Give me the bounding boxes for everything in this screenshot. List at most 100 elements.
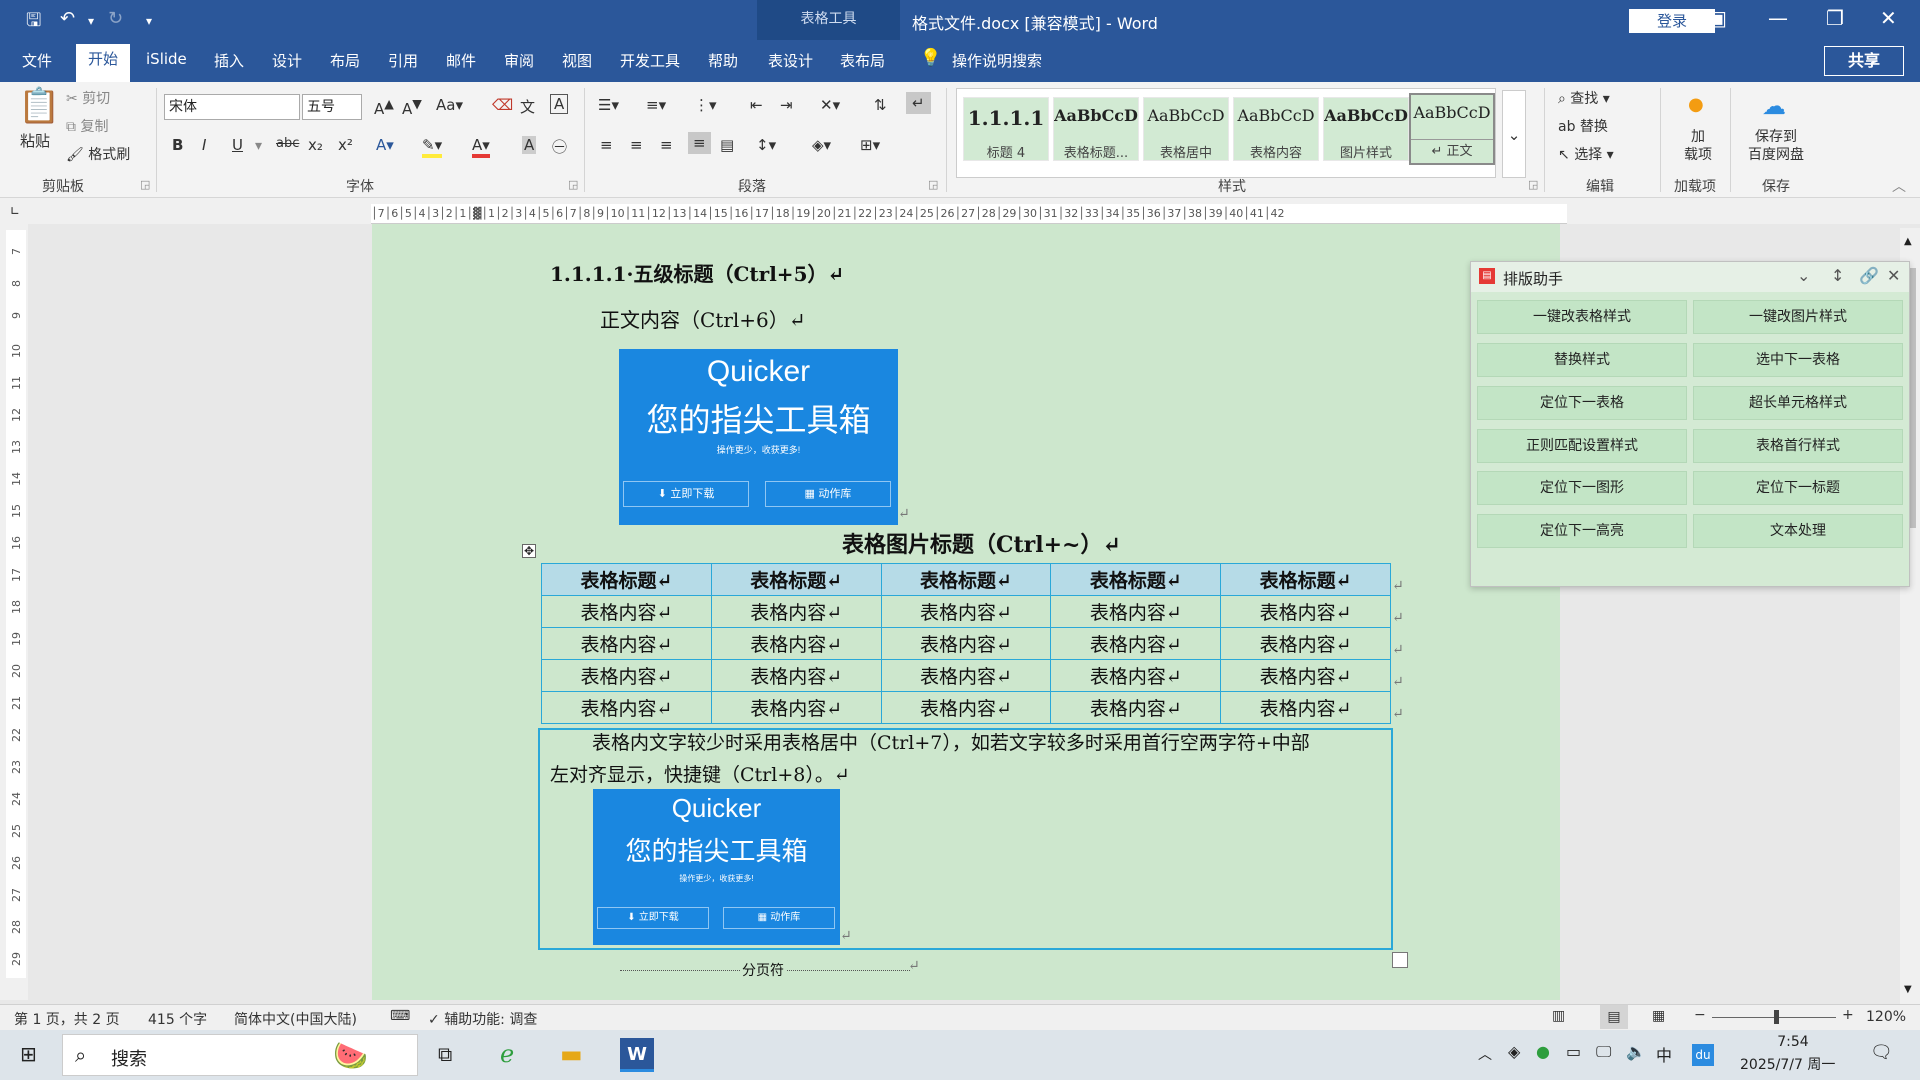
select-next-table-button[interactable]: 选中下一表格 — [1693, 343, 1903, 377]
style-image[interactable]: AaBbCcD 图片样式 — [1323, 97, 1409, 161]
font-launcher-icon[interactable]: ◲ — [568, 178, 578, 191]
collapse-icon[interactable]: ⌄ — [1797, 266, 1810, 285]
underline-icon[interactable]: U — [232, 136, 243, 154]
tab-file[interactable]: 文件 — [22, 50, 52, 71]
copy-button[interactable]: ⧉ 复制 — [66, 116, 108, 136]
phonetic-guide-icon[interactable]: 文 — [520, 96, 535, 117]
web-layout-icon[interactable]: ▦ — [1652, 1008, 1665, 1024]
clipboard-launcher-icon[interactable]: ◲ — [140, 178, 150, 191]
table-cell[interactable]: 表格内容↵ — [541, 627, 712, 660]
baidu-cloud-icon[interactable]: ☁ — [1762, 92, 1786, 120]
page-count[interactable]: 第 1 页，共 2 页 — [14, 1009, 120, 1029]
resize-vertical-icon[interactable]: ↕ — [1831, 266, 1844, 285]
numbering-icon[interactable]: ≡▾ — [646, 96, 666, 114]
macro-record-icon[interactable]: ⌨ — [390, 1008, 410, 1024]
tray-app-icon[interactable]: ◈ — [1508, 1042, 1520, 1061]
align-right-icon[interactable]: ≡ — [660, 136, 673, 154]
scroll-up-icon[interactable]: ▲ — [1904, 236, 1912, 247]
vertical-ruler[interactable]: 7 8 9 10 11 12 13 14 15 16 17 18 19 20 2… — [0, 224, 28, 1000]
collapse-ribbon-icon[interactable]: ︿ — [1892, 176, 1906, 196]
style-normal[interactable]: AaBbCcD ↵ 正文 — [1409, 93, 1495, 165]
tab-design[interactable]: 设计 — [272, 50, 302, 71]
replace-style-button[interactable]: 替换样式 — [1477, 343, 1687, 377]
table-cell[interactable]: 表格内容↵ — [880, 595, 1052, 628]
regex-style-button[interactable]: 正则匹配设置样式 — [1477, 429, 1687, 463]
wechat-icon[interactable]: ● — [1536, 1042, 1550, 1061]
increase-indent-icon[interactable]: ⇥ — [780, 96, 793, 114]
locate-next-highlight-button[interactable]: 定位下一高亮 — [1477, 514, 1687, 548]
scroll-down-icon[interactable]: ▼ — [1904, 984, 1912, 995]
ribbon-display-icon[interactable]: ▣ — [1708, 6, 1727, 30]
minimize-icon[interactable]: — — [1768, 6, 1788, 30]
format-painter-button[interactable]: 🖌 格式刷 — [66, 144, 130, 164]
subscript-icon[interactable]: x₂ — [308, 136, 323, 154]
shrink-font-icon[interactable]: A▼ — [402, 96, 422, 118]
table-header-row[interactable]: 表格标题↵ 表格标题↵ 表格标题↵ 表格标题↵ 表格标题↵ — [541, 563, 1391, 596]
clear-format-icon[interactable]: ⌫ — [492, 96, 513, 114]
line-spacing-icon[interactable]: ↕▾ — [756, 136, 776, 154]
tab-review[interactable]: 审阅 — [504, 50, 534, 71]
shading-icon[interactable]: ◈▾ — [812, 136, 831, 154]
enclose-char-icon[interactable]: ㊀ — [552, 136, 567, 157]
sort-icon[interactable]: ⇅ — [874, 96, 887, 114]
table-cell[interactable]: 表格内容↵ — [710, 659, 882, 692]
file-explorer-icon[interactable]: ▬ — [560, 1040, 583, 1068]
superscript-icon[interactable]: x² — [338, 136, 353, 154]
clock-time[interactable]: 7:54 — [1772, 1034, 1814, 1050]
grow-font-icon[interactable]: A▲ — [374, 96, 394, 118]
network-icon[interactable]: 🖵 — [1596, 1042, 1611, 1062]
panel-header[interactable]: ▤ 排版助手 ⌄ ↕ 🔗 ✕ — [1471, 262, 1909, 292]
customize-qat-icon[interactable]: ▾ — [146, 14, 152, 28]
notification-icon[interactable]: 🗨 — [1870, 1042, 1893, 1063]
table-cell[interactable]: 表格内容↵ — [710, 691, 882, 724]
find-button[interactable]: ⌕ 查找 ▾ — [1558, 88, 1610, 108]
chinese-layout-icon[interactable]: ✕▾ — [820, 96, 840, 114]
paste-button[interactable]: 粘贴 — [20, 130, 50, 151]
table-cell[interactable]: 表格内容↵ — [1050, 595, 1222, 628]
tab-help[interactable]: 帮助 — [708, 50, 738, 71]
quicker-image-1[interactable]: Quicker 您的指尖工具箱 操作更少，收获更多! ⬇ 立即下载 ▦ 动作库 — [619, 349, 898, 525]
distributed-icon[interactable]: ▤ — [720, 136, 734, 154]
maximize-icon[interactable]: ❐ — [1826, 6, 1844, 30]
horizontal-ruler[interactable]: │7│6│5│4│3│2│1│▓│1│2│3│4│5│6│7│8│9│10│11… — [371, 204, 1567, 224]
print-layout-icon[interactable]: ▤ — [1600, 1005, 1628, 1029]
one-click-table-style-button[interactable]: 一键改表格样式 — [1477, 300, 1687, 334]
save-to-baidu-button[interactable]: 保存到 百度网盘 — [1742, 128, 1810, 164]
language[interactable]: 简体中文(中国大陆) — [234, 1009, 357, 1029]
table-cell[interactable]: 表格内容↵ — [1220, 627, 1391, 660]
style-table-title[interactable]: AaBbCcD 表格标题... — [1053, 97, 1139, 161]
font-size-combo[interactable]: 五号 — [302, 94, 362, 120]
tray-overflow-icon[interactable]: ︿ — [1478, 1044, 1492, 1064]
select-button[interactable]: ↖ 选择 ▾ — [1558, 144, 1614, 164]
table-note-line1[interactable]: 表格内文字较少时采用表格居中（Ctrl+7），如若文字较多时采用首行空两字符+中… — [592, 728, 1310, 755]
table-row[interactable]: 表格内容↵ 表格内容↵ 表格内容↵ 表格内容↵ 表格内容↵ — [541, 627, 1391, 660]
table-header-cell[interactable]: 表格标题↵ — [1050, 563, 1222, 596]
addins-button[interactable]: 加载项 — [1676, 128, 1720, 164]
decrease-indent-icon[interactable]: ⇤ — [750, 96, 763, 114]
clock-date[interactable]: 2025/7/7 周一 — [1740, 1054, 1835, 1074]
undo-dropdown-icon[interactable]: ▾ — [88, 14, 94, 28]
browser-icon[interactable]: ℯ — [500, 1040, 514, 1068]
table-row[interactable]: 表格内容↵ 表格内容↵ 表格内容↵ 表格内容↵ 表格内容↵ — [541, 659, 1391, 692]
word-taskbar-icon[interactable]: W — [620, 1038, 654, 1072]
table-move-handle-icon[interactable]: ✥ — [522, 544, 536, 558]
tab-table-layout[interactable]: 表布局 — [840, 50, 885, 71]
tell-me-search[interactable]: 操作说明搜索 — [952, 50, 1042, 71]
multilevel-list-icon[interactable]: ⋮▾ — [694, 96, 717, 114]
quicker-image-2[interactable]: Quicker 您的指尖工具箱 操作更少，收获更多! ⬇ 立即下载 ▦ 动作库 — [593, 789, 840, 945]
battery-icon[interactable]: ▭ — [1566, 1042, 1581, 1061]
start-icon[interactable]: ⊞ — [20, 1042, 37, 1066]
tab-selector-icon[interactable]: ∟ — [10, 204, 20, 218]
table-cell[interactable]: 表格内容↵ — [710, 595, 882, 628]
table-cell[interactable]: 表格内容↵ — [541, 595, 712, 628]
heading-level5[interactable]: 1.1.1.1·五级标题（Ctrl+5）↵ — [550, 258, 844, 287]
table-resize-handle[interactable] — [1392, 952, 1408, 968]
table-header-cell[interactable]: 表格标题↵ — [710, 563, 882, 596]
align-center-icon[interactable]: ≡ — [630, 136, 643, 154]
change-case-icon[interactable]: Aa▾ — [436, 96, 463, 114]
font-color-icon[interactable]: A▾ — [472, 136, 490, 158]
save-icon[interactable]: 🖫 — [26, 8, 41, 38]
tab-view[interactable]: 视图 — [562, 50, 592, 71]
zoom-slider-thumb[interactable] — [1774, 1010, 1779, 1024]
table-cell[interactable]: 表格内容↵ — [880, 627, 1052, 660]
